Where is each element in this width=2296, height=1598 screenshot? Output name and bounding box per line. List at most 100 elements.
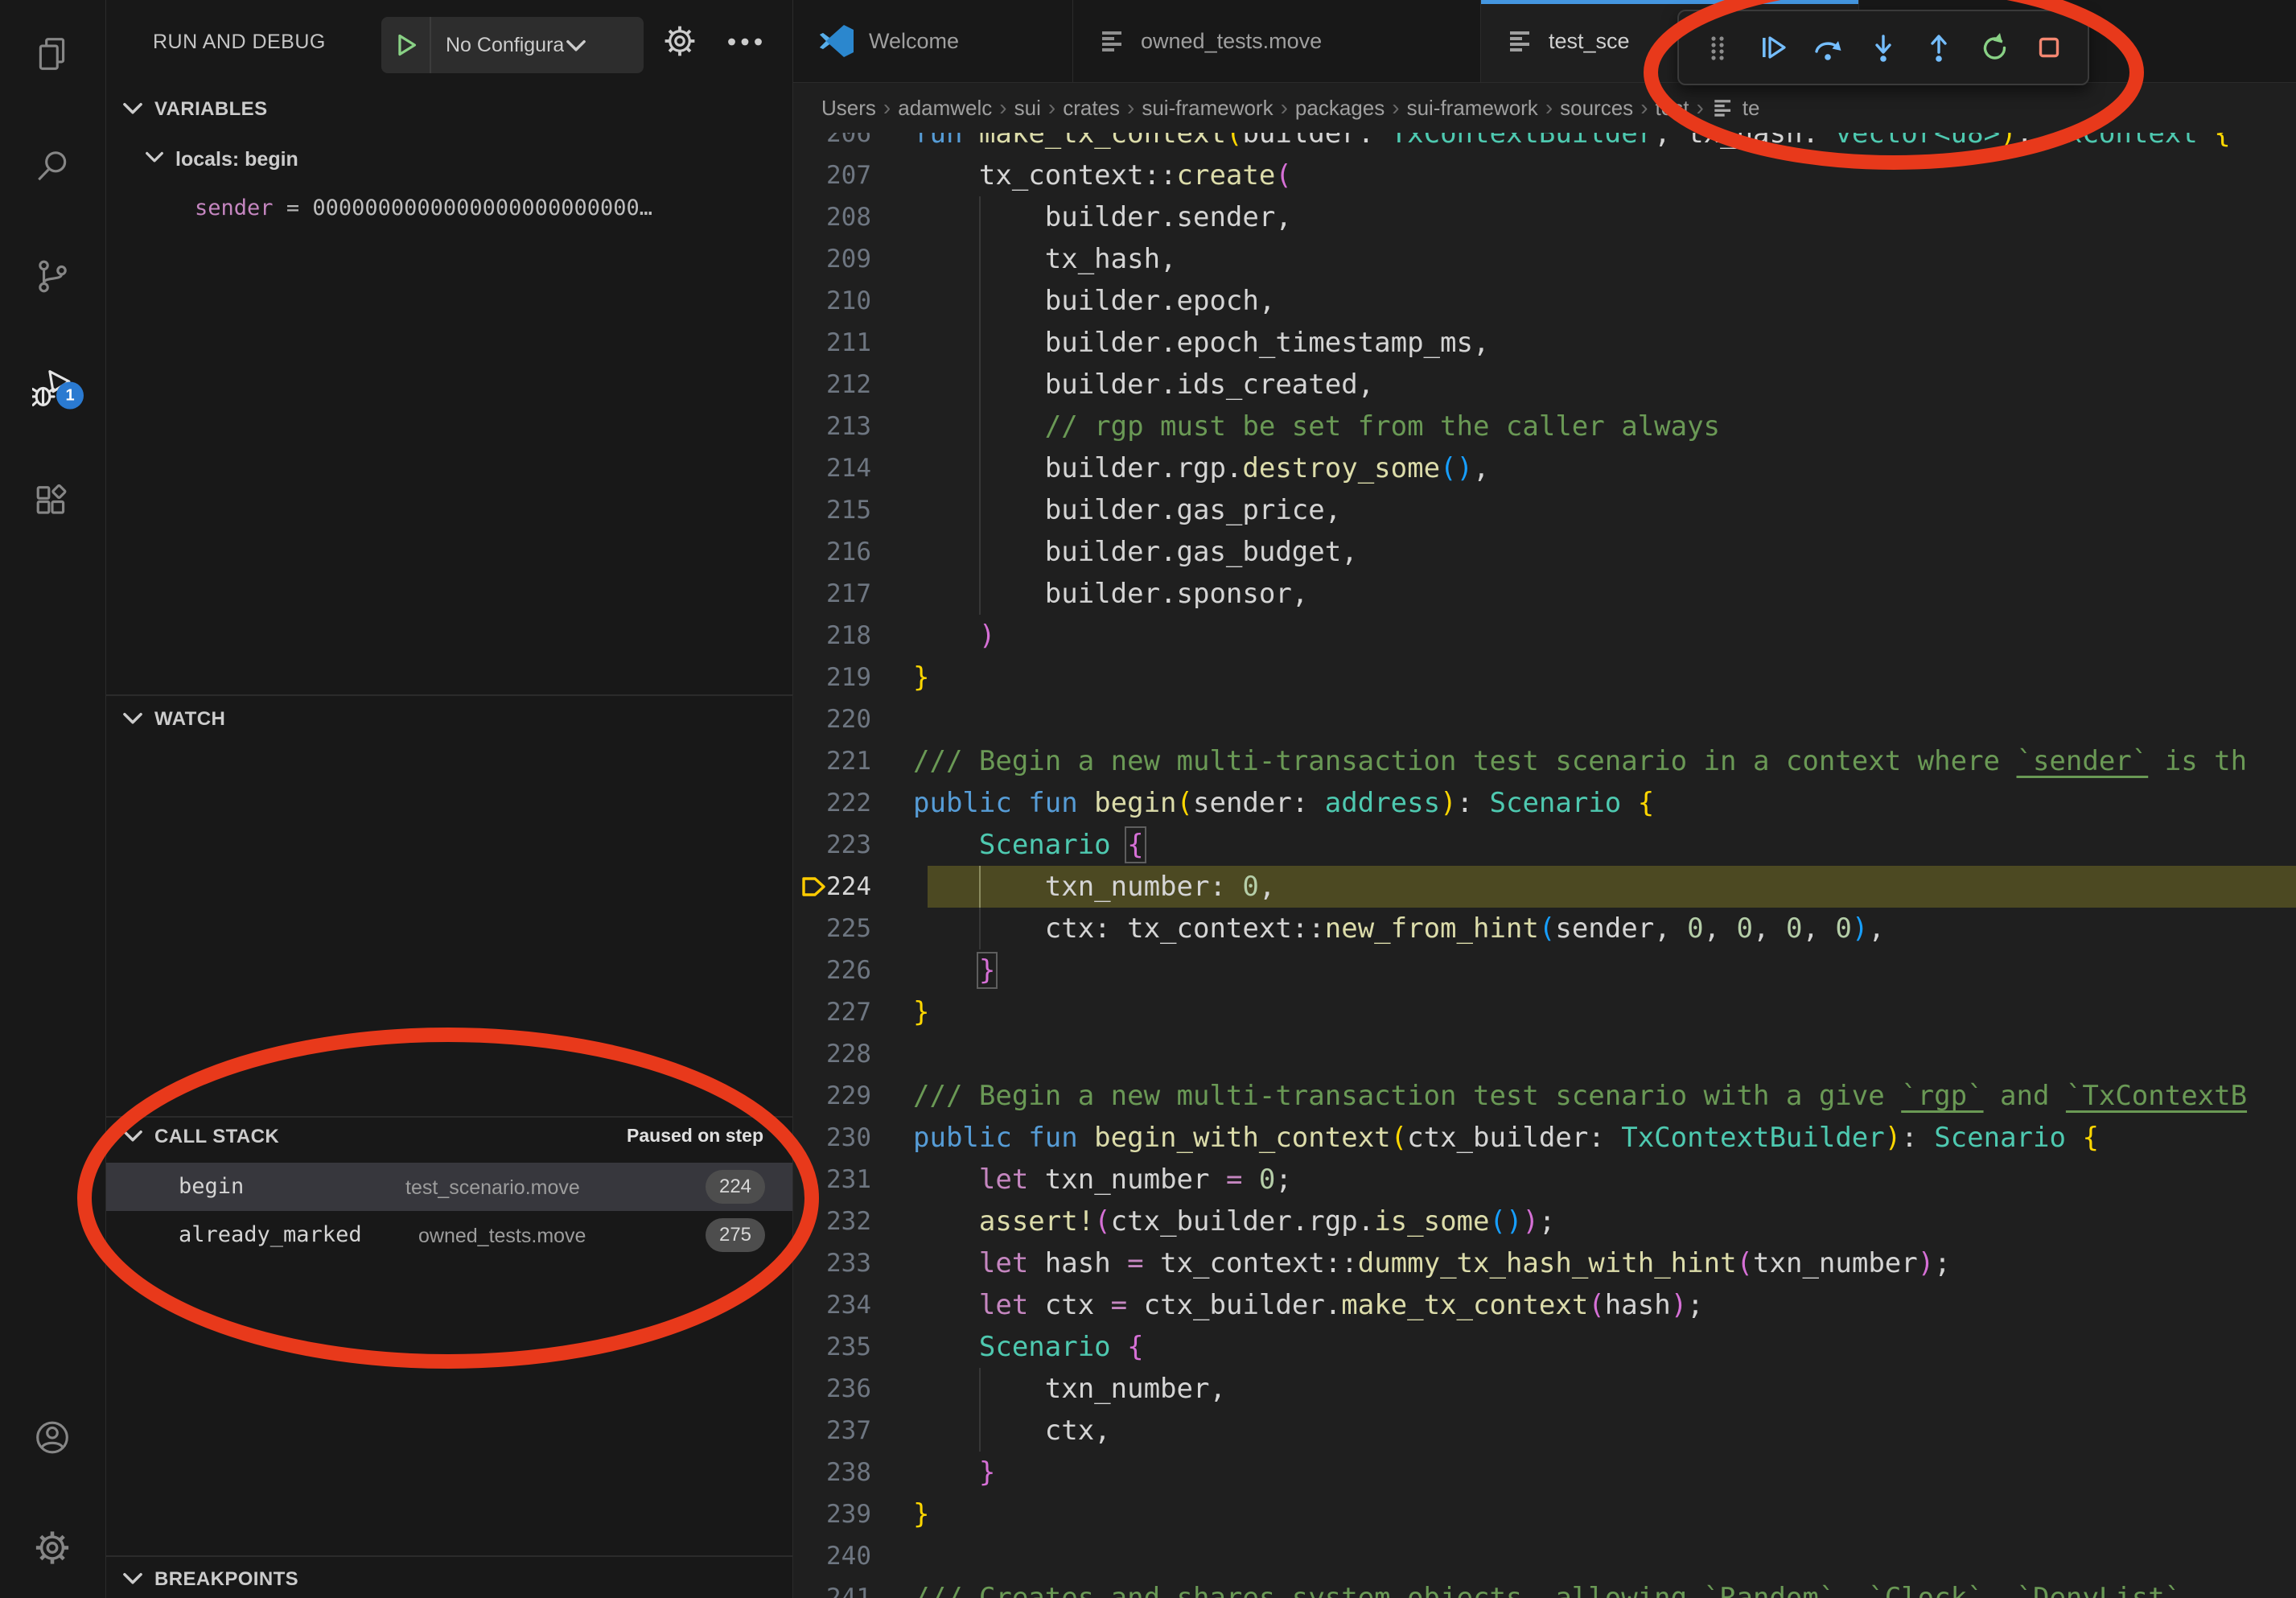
step-into-button[interactable] (1862, 23, 1904, 72)
code-line: 234 let ctx = ctx_builder.make_tx_contex… (793, 1284, 2296, 1326)
code-line: 237 ctx, (793, 1410, 2296, 1452)
breadcrumb-item[interactable]: sui-framework (1407, 96, 1538, 121)
gripper-icon[interactable] (1697, 23, 1738, 72)
breadcrumb-item[interactable]: adamwelc (898, 96, 992, 121)
code-text: tx_context::create( (913, 154, 1292, 196)
code-line: 241/// Creates and shares system objects… (793, 1577, 2296, 1598)
step-over-button[interactable] (1807, 23, 1849, 72)
code-text: } (913, 1452, 995, 1493)
run-and-debug-icon[interactable]: 1 (32, 369, 72, 414)
code-text: builder.epoch, (913, 280, 1275, 322)
code-line: 207 tx_context::create( (793, 154, 2296, 196)
code-line: 216 builder.gas_budget, (793, 531, 2296, 573)
call-stack-frame[interactable]: begintest_scenario.move224 (106, 1163, 792, 1211)
code-text: } (913, 949, 995, 991)
line-number: 208 (793, 196, 871, 238)
frame-function: begin (179, 1174, 244, 1199)
move-file-icon (1099, 27, 1126, 55)
variables-scope-label[interactable]: locals: begin (175, 148, 298, 171)
breadcrumb-item[interactable]: sources (1560, 96, 1633, 121)
code-text: let ctx = ctx_builder.make_tx_context(ha… (913, 1284, 1704, 1326)
code-text: txn_number, (913, 1368, 1226, 1410)
section-breakpoints[interactable]: BREAKPOINTS (154, 1568, 298, 1591)
line-number: 229 (793, 1075, 871, 1117)
search-icon[interactable] (34, 148, 71, 189)
line-number: 225 (793, 908, 871, 949)
section-variables[interactable]: VARIABLES (154, 98, 268, 121)
chevron-down-icon[interactable] (122, 1128, 143, 1143)
gear-icon[interactable] (663, 24, 697, 62)
debug-badge: 1 (56, 382, 84, 410)
code-line: 239} (793, 1493, 2296, 1535)
breadcrumb-item[interactable]: packages (1295, 96, 1385, 121)
breadcrumb-item[interactable]: sui (1014, 96, 1041, 121)
move-file-icon (1507, 27, 1534, 55)
tab-label: test_sce (1549, 29, 1630, 54)
divider (430, 17, 431, 73)
continue-button[interactable] (1752, 23, 1794, 72)
code-text: txn_number: 0, (913, 866, 1275, 908)
chevron-down-icon[interactable] (122, 101, 143, 115)
frame-function: already_marked (179, 1222, 362, 1247)
divider (106, 1555, 792, 1557)
settings-gear-icon[interactable] (34, 1530, 71, 1571)
line-number: 239 (793, 1493, 871, 1535)
line-number: 232 (793, 1201, 871, 1242)
breadcrumb-file[interactable]: te (1743, 96, 1760, 121)
code-line: 220 (793, 698, 2296, 740)
breadcrumb-item[interactable]: sui-framework (1142, 96, 1273, 121)
line-number: 221 (793, 740, 871, 782)
code-line: 209 tx_hash, (793, 238, 2296, 280)
chevron-down-icon[interactable] (122, 710, 143, 725)
stop-button[interactable] (2028, 23, 2070, 72)
vscode-logo-icon (819, 23, 854, 59)
more-actions-icon[interactable] (727, 32, 763, 56)
chevron-down-icon[interactable] (145, 150, 164, 163)
code-text: /// Creates and shares system objects, a… (913, 1577, 2181, 1598)
code-line: 215 builder.gas_price, (793, 489, 2296, 531)
debug-current-line-icon (801, 875, 827, 903)
variable-name: sender (195, 196, 274, 220)
code-text: builder.epoch_timestamp_ms, (913, 322, 1489, 364)
extensions-icon[interactable] (34, 484, 71, 525)
code-text: builder.sponsor, (913, 573, 1308, 615)
account-icon[interactable] (34, 1419, 71, 1460)
call-stack-frame[interactable]: already_markedowned_tests.move275 (106, 1211, 792, 1259)
code-line: 208 builder.sender, (793, 196, 2296, 238)
code-text: } (913, 657, 929, 698)
explorer-icon[interactable] (34, 36, 71, 77)
sidebar-run-and-debug: RUN AND DEBUG No Configura (106, 0, 793, 1598)
code-text: ctx, (913, 1410, 1111, 1452)
tab-owned-tests[interactable]: owned_tests.move (1073, 0, 1481, 82)
tab-welcome[interactable]: Welcome (793, 0, 1073, 82)
section-call-stack[interactable]: CALL STACK (154, 1126, 279, 1148)
vscode-window: 206fun make_tx_context(builder: TxContex… (0, 0, 2296, 1598)
code-text: tx_hash, (913, 238, 1177, 280)
breadcrumb-separator: › (883, 95, 891, 121)
code-line: 231 let txn_number = 0; (793, 1159, 2296, 1201)
start-debug-config-button[interactable]: No Configura (381, 17, 644, 73)
code-line: 217 builder.sponsor, (793, 573, 2296, 615)
code-line: 213 // rgp must be set from the caller a… (793, 406, 2296, 447)
breadcrumb[interactable]: Users›adamwelc›sui›crates›sui-framework›… (793, 83, 2296, 133)
chevron-down-icon[interactable] (122, 1571, 143, 1585)
equals-sign: = (286, 196, 299, 220)
code-line: 221/// Begin a new multi-transaction tes… (793, 740, 2296, 782)
editor-code-area[interactable]: 206fun make_tx_context(builder: TxContex… (793, 0, 2296, 1598)
variable-row[interactable]: sender = 0000000000000000000000000… (195, 196, 652, 220)
code-text: builder.gas_price, (913, 489, 1341, 531)
breadcrumb-item[interactable]: test (1656, 96, 1689, 121)
code-line: 235 Scenario { (793, 1326, 2296, 1368)
move-file-icon (1712, 97, 1734, 119)
step-out-button[interactable] (1918, 23, 1960, 72)
breadcrumb-separator: › (1392, 95, 1399, 121)
section-watch[interactable]: WATCH (154, 708, 225, 731)
source-control-icon[interactable] (34, 258, 71, 299)
line-number: 240 (793, 1535, 871, 1577)
code-line: 224 txn_number: 0, (793, 866, 2296, 908)
restart-button[interactable] (1973, 23, 2014, 72)
breadcrumb-item[interactable]: crates (1063, 96, 1120, 121)
code-line: 227} (793, 991, 2296, 1033)
breadcrumb-separator: › (1281, 95, 1288, 121)
breadcrumb-item[interactable]: Users (821, 96, 876, 121)
